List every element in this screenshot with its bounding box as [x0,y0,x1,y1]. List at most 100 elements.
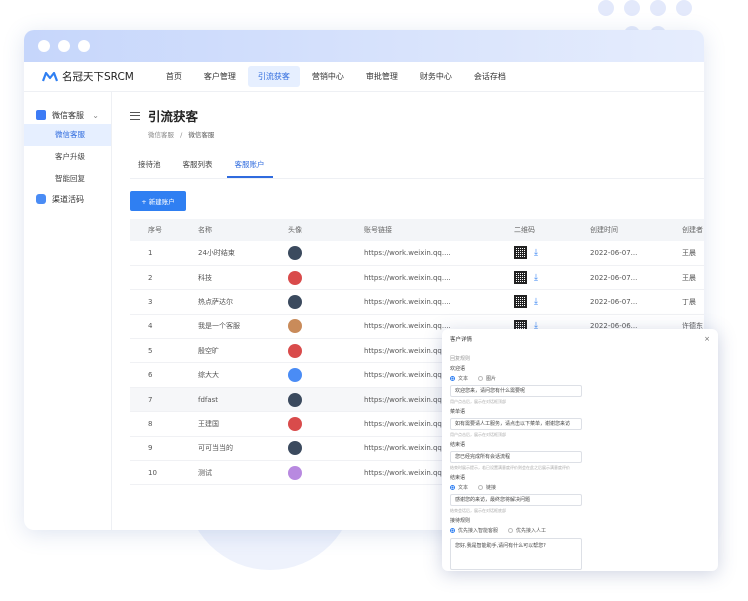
sidebar-group-channel-code[interactable]: 渠道活码 [24,190,111,208]
app-logo[interactable]: 名冠天下SRCM [42,69,134,84]
window-dot-icon[interactable] [58,40,70,52]
table-row[interactable]: 2 科技 https://work.weixin.qq.... ⤓ 2022-06-07… [130,265,704,291]
closing-type-radio-group: 文本 链接 [450,484,710,491]
row-number: 10 [130,460,198,486]
qr-code-icon[interactable] [514,246,527,260]
breadcrumb: 微信客服 / 微信客服 [130,129,704,139]
avatar [288,436,364,462]
customer-detail-popup: 客户详情 × 回复规则 欢迎语 文本 图片 欢迎您来，请问您有什么需要呢 用户点… [442,329,718,571]
download-icon[interactable]: ⤓ [534,273,544,283]
avatar [288,362,364,388]
nav-item-customers[interactable]: 客户管理 [194,66,246,87]
download-icon[interactable]: ⤓ [534,297,544,307]
row-number: 7 [130,387,198,413]
nav-item-finance[interactable]: 财务中心 [410,66,462,87]
radio-image[interactable]: 图片 [478,375,496,382]
row-name: 可可当当的 [198,436,288,462]
nav-item-home[interactable]: 首页 [156,66,192,87]
table-row[interactable]: 3 热点萨达尔 https://work.weixin.qq.... ⤓ 2022-06… [130,289,704,315]
radio-label: 图片 [486,376,497,382]
page-header: 引流获客 [130,92,704,125]
welcome-type-radio-group: 文本 图片 [450,375,710,382]
radio-text[interactable]: 文本 [450,375,468,382]
logo-text: 名冠天下SRCM [62,71,134,83]
avatar-icon [288,465,302,480]
row-name: 测试 [198,460,288,486]
reception-rule-label: 接待规则 [450,518,471,524]
tab-service-accounts[interactable]: 客服账户 [226,155,273,178]
row-name: 王建国 [198,411,288,437]
row-link: https://work.weixin.qq.... [364,289,514,315]
radio-label: 链接 [486,485,497,491]
avatar-icon [288,368,302,383]
tab-bar: 接待池 客服列表 客服账户 [130,155,704,179]
avatar-icon [288,416,302,431]
nav-item-acquisition[interactable]: 引流获客 [247,66,300,87]
radio-label: 文本 [458,376,469,382]
qr-code-icon[interactable] [514,271,527,285]
row-created: 2022-06-07... [590,265,682,291]
logo-m-icon [42,71,58,81]
closing-input[interactable]: 感谢您的来访，最终您将解决问题 [450,494,582,506]
download-icon[interactable]: ⤓ [534,248,544,258]
tab-service-list[interactable]: 客服列表 [175,155,221,178]
menu-icon[interactable] [130,111,140,120]
breadcrumb-current: 微信客服 [188,131,215,139]
sidebar-item-wechat-service[interactable]: 微信客服 [24,124,111,146]
qr-cell: ⤓ [514,265,590,291]
row-number: 4 [130,314,198,340]
avatar-icon [288,294,302,309]
row-created: 2022-06-07... [590,241,682,266]
row-number: 1 [130,241,198,266]
tab-reception-pool[interactable]: 接待池 [130,155,169,178]
closing-label: 结束语 [450,475,466,481]
row-created: 2022-06-07... [590,289,682,315]
row-number: 6 [130,362,198,388]
sidebar: 微信客服 ⌄ 微信客服 客户升级 智能回复 渠道活码 [24,92,112,530]
row-number: 2 [130,265,198,291]
person-icon [36,194,46,204]
add-account-button[interactable]: + 新建账户 [130,191,186,211]
auto-reply-textarea[interactable]: 您好,我是智能助手,请问有什么可以帮您? [450,538,582,570]
popup-header: 客户详情 × [450,335,710,343]
row-number: 3 [130,289,198,315]
nav-item-approval[interactable]: 审批管理 [356,66,408,87]
radio-label: 文本 [458,485,469,491]
reception-rule-radio-group: 优先接入智能客服 优先接入人工 [450,527,710,534]
column-header: 名称 [198,219,288,241]
column-header: 二维码 [514,219,590,241]
welcome-hint: 用户点击后，展示在对话框顶部 [450,399,506,404]
sidebar-item-smart-reply[interactable]: 智能回复 [24,168,111,190]
radio-smart-first[interactable]: 优先接入智能客服 [450,527,498,534]
avatar-icon [288,441,302,456]
row-number: 9 [130,436,198,462]
radio-human-first[interactable]: 优先接入人工 [508,527,546,534]
table-row[interactable]: 1 24小时结束 https://work.weixin.qq.... ⤓ 2022-0… [130,241,704,266]
window-dot-icon[interactable] [38,40,50,52]
breadcrumb-separator: / [180,131,183,139]
avatar-icon [288,245,302,260]
breadcrumb-root[interactable]: 微信客服 [148,131,174,139]
qr-code-icon[interactable] [514,295,527,309]
ending-hint: 结束时展示提示，若已设置满意度评价则会在此之后展示满意度评价 [450,465,570,470]
top-navigation: 名冠天下SRCM 首页 客户管理 引流获客 营销中心 审批管理 财务中心 会话存… [24,62,704,92]
welcome-input[interactable]: 欢迎您来，请问您有什么需要呢 [450,385,582,397]
menu-input[interactable]: 如有需要请人工服务，请点击以下菜单，谢谢您来访 [450,418,582,430]
sidebar-item-customer-upgrade[interactable]: 客户升级 [24,146,111,168]
row-name: 热点萨达尔 [198,289,288,315]
radio-text[interactable]: 文本 [450,484,468,491]
popup-title: 客户详情 [450,337,473,343]
close-icon[interactable]: × [704,335,710,343]
column-header: 创建时间 [590,219,682,241]
radio-link[interactable]: 链接 [478,484,496,491]
window-dot-icon[interactable] [78,40,90,52]
avatar-icon [288,392,302,407]
avatar [288,460,364,486]
sidebar-group-wechat-service[interactable]: 微信客服 ⌄ [24,106,111,124]
nav-item-marketing[interactable]: 营销中心 [302,66,354,87]
qr-cell: ⤓ [514,241,590,266]
row-name: fdfast [198,387,288,413]
nav-item-session-archive[interactable]: 会话存档 [464,66,516,87]
ending-input[interactable]: 您已经完成所有会话流程 [450,451,582,463]
avatar [288,241,364,266]
